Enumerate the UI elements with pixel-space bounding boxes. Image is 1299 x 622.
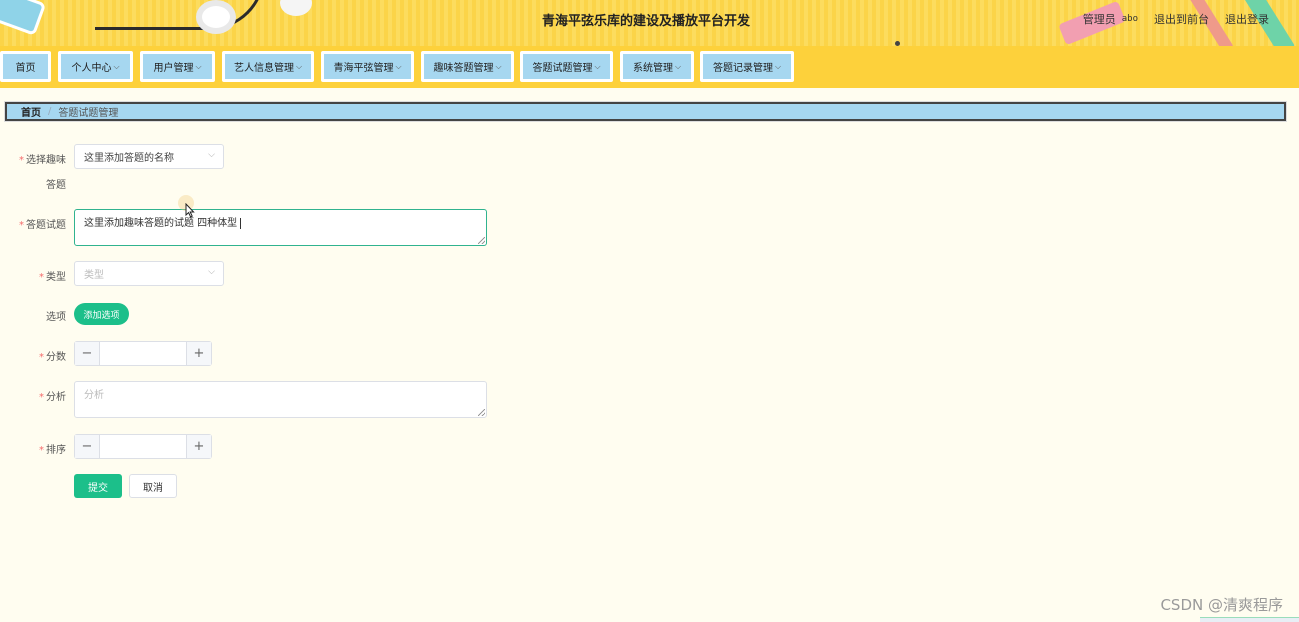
resize-handle-icon[interactable] [478,237,485,244]
quiz-select-label: * 选择趣味 [14,151,66,166]
chevron-down-icon: ⌵ [495,61,502,71]
type-select[interactable]: 类型 ⌵ [74,261,224,286]
main-nav: 首页 个人中心 ⌵ 用户管理 ⌵ 艺人信息管理 ⌵ 青海平弦管理 ⌵ 趣味答题管理 ⌵ 答… [0,46,1299,88]
chevron-down-icon: ⌵ [113,61,120,71]
score-label: * 分数 [14,348,66,363]
label-text: 分数 [46,352,66,363]
chevron-down-icon: ⌵ [208,150,215,160]
admin-info: 管理员 abo [1083,11,1138,27]
sort-label: * 排序 [14,441,66,456]
breadcrumb-home[interactable]: 首页 [21,104,41,119]
required-mark: * [39,392,44,403]
analysis-placeholder: 分析 [84,390,104,401]
mouse-pointer-icon [185,203,195,218]
chevron-down-icon: ⌵ [395,61,402,71]
header-links: 管理员 abo 退出到前台 退出登录 [1083,11,1269,27]
question-label: * 答题试题 [14,216,66,231]
sort-increment-button[interactable]: + [186,435,211,458]
taskbar-fragment [1200,617,1299,622]
nav-question-management[interactable]: 答题试题管理 ⌵ [520,51,613,82]
submit-button[interactable]: 提交 [74,474,122,498]
score-stepper: − + [74,341,212,366]
admin-role: 管理员 [1082,13,1116,26]
sort-input[interactable] [100,435,186,458]
nav-label: 趣味答题管理 [433,63,494,74]
cancel-button[interactable]: 取消 [129,474,177,498]
nav-system-management[interactable]: 系统管理 ⌵ [620,51,694,82]
chevron-down-icon: ⌵ [195,61,202,71]
nav-user-management[interactable]: 用户管理 ⌵ [140,51,215,82]
quiz-select[interactable]: 这里添加答题的名称 ⌵ [74,144,224,169]
nav-label: 答题记录管理 [712,63,773,74]
sort-decrement-button[interactable]: − [75,435,100,458]
add-option-button[interactable]: 添加选项 [74,303,129,325]
label-text: 答题试题 [26,220,66,231]
nav-label: 系统管理 [632,63,673,74]
resize-handle-icon[interactable] [478,409,485,416]
top-header: 青海平弦乐库的建设及播放平台开发 管理员 abo 退出到前台 退出登录 [0,0,1299,46]
question-text: 这里添加趣味答题的试题 四种体型 [84,218,238,229]
nav-artist-info[interactable]: 艺人信息管理 ⌵ [222,51,314,82]
breadcrumb: 首页 / 答题试题管理 [4,101,1287,122]
options-label: 选项 [46,312,66,323]
score-input[interactable] [100,342,186,365]
nav-label: 答题试题管理 [532,63,593,74]
score-decrement-button[interactable]: − [75,342,100,365]
nav-label: 用户管理 [153,63,194,74]
logout-link[interactable]: 退出登录 [1225,11,1269,27]
required-mark: * [19,220,24,231]
type-select-placeholder: 类型 [84,270,104,281]
quiz-select-label-line2: 答题 [46,180,66,191]
analysis-textarea[interactable]: 分析 [74,381,487,418]
text-caret [240,217,242,229]
nav-home[interactable]: 首页 [0,51,51,82]
question-textarea[interactable]: 这里添加趣味答题的试题 四种体型 [74,209,487,246]
nav-label: 个人中心 [71,63,112,74]
analysis-label: * 分析 [14,388,66,403]
nav-label: 青海平弦管理 [333,63,394,74]
label-text: 选择趣味 [26,155,66,166]
nav-pingxian-management[interactable]: 青海平弦管理 ⌵ [321,51,414,82]
required-mark: * [19,155,24,166]
chevron-down-icon: ⌵ [594,61,601,71]
type-label: * 类型 [14,268,66,283]
breadcrumb-separator: / [48,106,52,117]
label-text: 类型 [46,272,66,283]
chevron-down-icon: ⌵ [208,267,215,277]
score-increment-button[interactable]: + [186,342,211,365]
chevron-down-icon: ⌵ [774,61,782,71]
label-text: 排序 [46,445,66,456]
admin-name: abo [1121,14,1138,24]
quiz-select-value: 这里添加答题的名称 [84,153,174,164]
required-mark: * [39,272,44,283]
nav-label: 艺人信息管理 [233,63,294,74]
watermark: CSDN @清爽程序 [1160,596,1283,614]
sort-stepper: − + [74,434,212,459]
required-mark: * [39,445,44,456]
nav-record-management[interactable]: 答题记录管理 ⌵ [700,51,794,82]
nav-personal-center[interactable]: 个人中心 ⌵ [58,51,133,82]
chevron-down-icon: ⌵ [674,61,682,71]
nav-label: 首页 [15,63,36,74]
nav-quiz-management[interactable]: 趣味答题管理 ⌵ [421,51,514,82]
label-text: 分析 [46,392,66,403]
breadcrumb-current: 答题试题管理 [58,108,119,119]
required-mark: * [39,352,44,363]
chevron-down-icon: ⌵ [295,61,303,71]
to-front-link[interactable]: 退出到前台 [1154,11,1209,27]
